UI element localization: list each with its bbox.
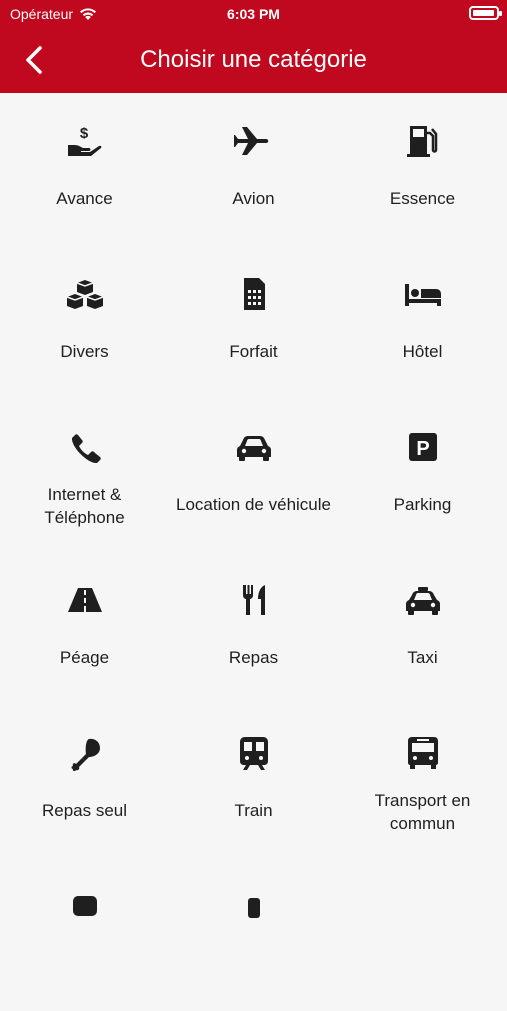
utensils-icon — [234, 580, 274, 620]
category-partial-2[interactable] — [169, 858, 338, 1011]
category-label: Forfait — [229, 342, 278, 361]
category-location-vehicule[interactable]: Location de véhicule — [169, 399, 338, 552]
category-peage[interactable]: Péage — [0, 552, 169, 705]
category-parking[interactable]: P Parking — [338, 399, 507, 552]
category-divers[interactable]: Divers — [0, 246, 169, 399]
category-forfait[interactable]: Forfait — [169, 246, 338, 399]
fuel-pump-icon — [403, 121, 443, 161]
category-label: Avance — [56, 189, 113, 208]
category-label: Taxi — [407, 648, 438, 667]
category-label: Location de véhicule — [175, 495, 331, 514]
hand-money-icon: $ — [65, 121, 105, 161]
category-transport-en-commun[interactable]: Transport en commun — [338, 705, 507, 858]
category-label: Repas seul — [41, 801, 128, 820]
parking-icon: P — [403, 427, 443, 467]
category-train[interactable]: Train — [169, 705, 338, 858]
drumstick-icon — [65, 733, 105, 773]
boxes-icon — [65, 274, 105, 314]
category-label: Transport en commun — [374, 791, 471, 833]
svg-text:P: P — [416, 438, 429, 460]
page-title: Choisir une catégorie — [140, 46, 367, 73]
category-label: Avion — [232, 189, 275, 208]
category-label: Repas — [228, 648, 279, 667]
category-label: Hôtel — [402, 342, 443, 361]
category-taxi[interactable]: Taxi — [338, 552, 507, 705]
category-repas-seul[interactable]: Repas seul — [0, 705, 169, 858]
battery-icon — [469, 6, 502, 20]
svg-text:$: $ — [79, 125, 88, 142]
category-hotel[interactable]: Hôtel — [338, 246, 507, 399]
category-avion[interactable]: Avion — [169, 93, 338, 246]
status-bar: Opérateur 6:03 PM — [0, 0, 507, 28]
bed-icon — [403, 274, 443, 314]
category-repas[interactable]: Repas — [169, 552, 338, 705]
navigation-bar: Opérateur 6:03 PM Choisir une catégorie — [0, 0, 507, 93]
bus-icon — [403, 733, 443, 773]
category-essence[interactable]: Essence — [338, 93, 507, 246]
category-partial-1[interactable] — [0, 858, 169, 1011]
sim-card-icon — [234, 274, 274, 314]
category-label: Divers — [60, 342, 109, 361]
train-icon — [234, 733, 274, 773]
partial-icon — [65, 884, 105, 924]
clock: 6:03 PM — [227, 6, 280, 22]
category-label: Péage — [59, 648, 110, 667]
category-label: Parking — [393, 495, 452, 514]
category-label: Essence — [389, 189, 456, 208]
taxi-icon — [403, 580, 443, 620]
category-avance[interactable]: $ Avance — [0, 93, 169, 246]
category-label: Internet & Téléphone — [44, 485, 125, 527]
category-label: Train — [234, 801, 273, 820]
car-icon — [234, 427, 274, 467]
phone-icon — [65, 427, 105, 467]
airplane-icon — [233, 121, 274, 161]
partial-icon — [234, 884, 274, 924]
category-internet-telephone[interactable]: Internet & Téléphone — [0, 399, 169, 552]
road-icon — [65, 580, 105, 620]
